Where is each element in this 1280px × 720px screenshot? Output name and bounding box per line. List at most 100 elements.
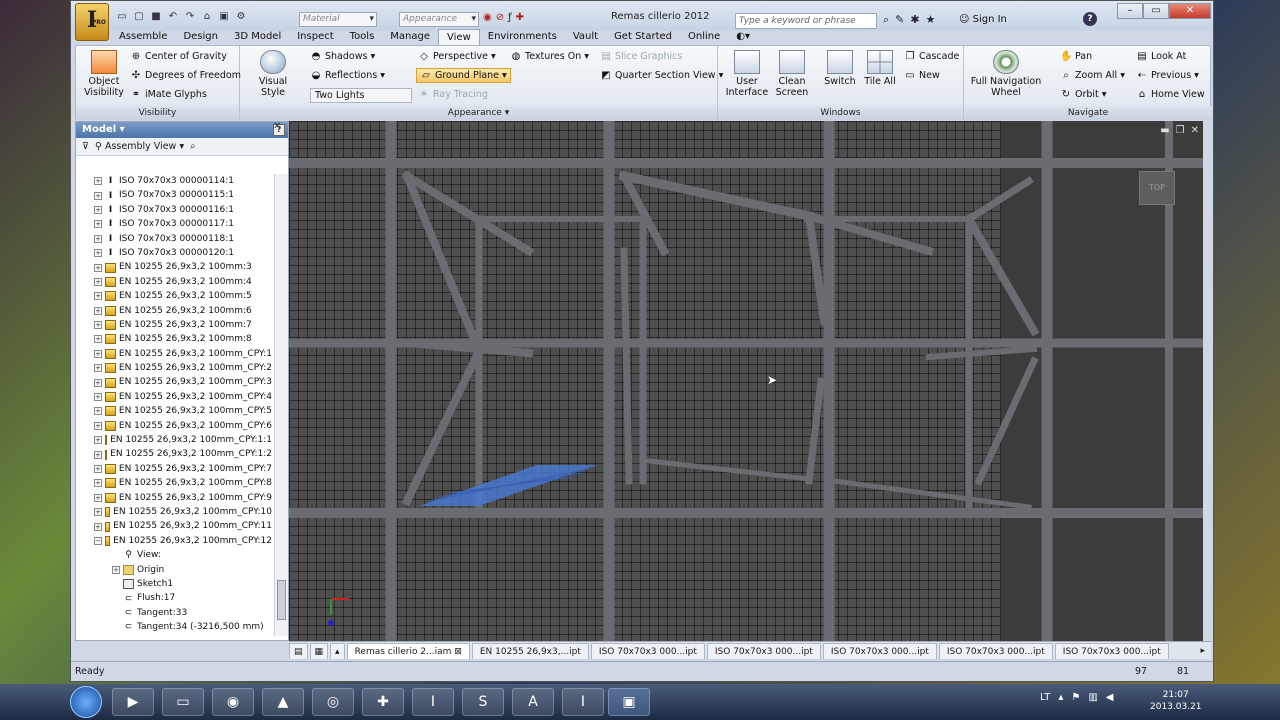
tree-item[interactable]: + EN 10255 26,9x3,2 100mm_CPY:5 (76, 404, 272, 418)
function-icon[interactable]: ƒ (508, 12, 512, 23)
perspective-button[interactable]: ◇ Perspective ▾ (418, 51, 496, 62)
help-icon[interactable]: ? (1083, 12, 1097, 26)
home-icon[interactable]: ⌂ (200, 11, 214, 23)
sign-in-link[interactable]: ☺ Sign In (959, 14, 1007, 25)
tree-item[interactable]: + EN 10255 26,9x3,2 100mm_CPY:1 (76, 347, 272, 361)
star-icon[interactable]: ★ (926, 13, 936, 27)
object-visibility-button[interactable]: Object Visibility (82, 50, 126, 98)
degrees-of-freedom-button[interactable]: ✣ Degrees of Freedom (130, 70, 241, 81)
expand-toggle-icon[interactable]: + (94, 205, 102, 214)
switch-button[interactable]: Switch (820, 50, 860, 87)
tab-environments[interactable]: Environments (480, 29, 565, 45)
tree-item[interactable]: + I ISO 70x70x3 00000118:1 (76, 232, 272, 246)
look-at-button[interactable]: ▤ Look At (1136, 51, 1186, 62)
tree-item[interactable]: + I ISO 70x70x3 00000117:1 (76, 217, 272, 231)
tree-item[interactable]: + EN 10255 26,9x3,2 100mm:7 (76, 318, 272, 332)
firefox-icon[interactable]: ◉ (212, 688, 254, 716)
pan-button[interactable]: ✋ Pan (1060, 51, 1092, 62)
network-icon[interactable]: ▥ (1088, 692, 1097, 703)
new-window-button[interactable]: ▭ New (904, 70, 939, 81)
viewport-restore-icon[interactable]: ❐ (1176, 125, 1185, 136)
tree-item[interactable]: + EN 10255 26,9x3,2 100mm_CPY:1:1 (76, 433, 272, 447)
expand-toggle-icon[interactable]: + (94, 364, 102, 373)
expand-toggle-icon[interactable]: + (94, 263, 102, 272)
graphics-viewport[interactable]: TOP ▬ ❐ ✕ ➤ (289, 121, 1203, 641)
user-interface-button[interactable]: User Interface (724, 50, 770, 98)
tree-item[interactable]: + EN 10255 26,9x3,2 100mm_CPY:2 (76, 361, 272, 375)
close-button[interactable]: ✕ (1169, 3, 1211, 19)
tree-item[interactable]: + EN 10255 26,9x3,2 100mm:5 (76, 289, 272, 303)
expand-toggle-icon[interactable]: + (94, 220, 102, 229)
home-view-button[interactable]: ⌂ Home View (1136, 89, 1205, 100)
volume-icon[interactable]: ◀ (1106, 692, 1114, 703)
flag-icon[interactable]: ⚑ (1071, 692, 1080, 703)
visual-style-button[interactable]: Visual Style (246, 50, 300, 98)
expand-toggle-icon[interactable]: + (94, 306, 102, 315)
tab-view[interactable]: View (438, 29, 480, 45)
tree-item[interactable]: + I ISO 70x70x3 00000115:1 (76, 188, 272, 202)
tree-item[interactable]: + EN 10255 26,9x3,2 100mm:3 (76, 260, 272, 274)
viewport-minimize-icon[interactable]: ▬ (1160, 125, 1169, 136)
update-icon[interactable]: ⚙ (234, 11, 248, 23)
open-icon[interactable]: ▢ (132, 11, 146, 23)
app-plus-icon[interactable]: ✚ (362, 688, 404, 716)
expand-toggle-icon[interactable]: + (94, 177, 102, 186)
expand-toggle-icon[interactable]: + (94, 292, 102, 301)
doc-tab-close-icon[interactable]: ⊠ (454, 647, 462, 657)
expand-toggle-icon[interactable]: + (94, 277, 102, 286)
start-button[interactable] (70, 686, 102, 718)
imate-glyphs-button[interactable]: ⚭ iMate Glyphs (130, 89, 207, 100)
doc-tab[interactable]: ISO 70x70x3 000...ipt (822, 642, 937, 659)
expand-toggle-icon[interactable]: + (94, 436, 102, 445)
acrobat-icon[interactable]: A (512, 688, 554, 716)
undo-icon[interactable]: ↶ (166, 11, 180, 23)
browser-scrollbar[interactable] (274, 174, 288, 636)
tree-item[interactable]: + EN 10255 26,9x3,2 100mm_CPY:1:2 (76, 447, 272, 461)
previous-view-button[interactable]: ⇠ Previous ▾ (1136, 70, 1199, 81)
expand-toggle-icon[interactable]: + (94, 465, 102, 473)
expand-toggle-icon[interactable]: + (94, 234, 102, 243)
tab-tools[interactable]: Tools (342, 29, 383, 45)
browser-close-icon[interactable]: ✕ (273, 121, 281, 132)
save-icon[interactable]: ■ (149, 11, 163, 23)
tree-item[interactable]: + I ISO 70x70x3 00000114:1 (76, 174, 272, 188)
chrome-icon[interactable]: ◎ (312, 688, 354, 716)
material-combo[interactable]: Material (299, 12, 377, 27)
expand-toggle-icon[interactable]: + (94, 393, 102, 402)
tab-design[interactable]: Design (175, 29, 226, 45)
quarter-section-view-button[interactable]: ◩ Quarter Section View ▾ (600, 70, 723, 81)
expand-toggle-icon[interactable]: + (112, 565, 120, 574)
skype-icon[interactable]: S (462, 688, 504, 716)
maximize-button[interactable]: ▭ (1143, 3, 1169, 19)
tree-child-item[interactable]: Sketch1 (76, 577, 272, 591)
browser-header[interactable]: Model ▾? (76, 122, 288, 138)
tree-child-item[interactable]: + Origin (76, 563, 272, 577)
new-file-icon[interactable]: ▭ (115, 11, 129, 23)
expand-toggle-icon[interactable]: + (94, 479, 102, 488)
tree-child-item[interactable]: ⊂ Tangent:33 (76, 606, 272, 620)
orbit-button[interactable]: ↻ Orbit ▾ (1060, 89, 1107, 100)
add-icon[interactable]: ✚ (516, 12, 524, 23)
tree-item[interactable]: + EN 10255 26,9x3,2 100mm_CPY:3 (76, 375, 272, 389)
tree-item[interactable]: + EN 10255 26,9x3,2 100mm_CPY:7 (76, 462, 272, 476)
expand-toggle-icon[interactable]: + (94, 508, 102, 517)
viewport-close-icon[interactable]: ✕ (1191, 125, 1199, 136)
appearance-combo[interactable]: Appearance (399, 12, 479, 27)
tab-assemble[interactable]: Assemble (111, 29, 175, 45)
minimize-button[interactable]: – (1117, 3, 1143, 19)
tree-item[interactable]: − EN 10255 26,9x3,2 100mm_CPY:12 (76, 534, 272, 548)
ray-tracing-button[interactable]: ☀ Ray Tracing (418, 89, 488, 100)
tab-manage[interactable]: Manage (382, 29, 438, 45)
tray-arrow-icon[interactable]: ▴ (1058, 692, 1063, 703)
tree-item[interactable]: + EN 10255 26,9x3,2 100mm_CPY:4 (76, 390, 272, 404)
doc-tab[interactable]: ISO 70x70x3 000...ipt (590, 642, 705, 659)
expand-toggle-icon[interactable]: − (94, 536, 102, 545)
expand-toggle-icon[interactable]: + (94, 450, 102, 459)
slice-graphics-button[interactable]: ▤ Slice Graphics (600, 51, 682, 62)
expand-toggle-icon[interactable]: + (94, 191, 102, 200)
tree-item[interactable]: + EN 10255 26,9x3,2 100mm_CPY:8 (76, 476, 272, 490)
tree-child-item[interactable]: ⊂ Flush:17 (76, 591, 272, 605)
scrollbar-thumb[interactable] (277, 580, 286, 620)
tree-item[interactable]: + I ISO 70x70x3 00000116:1 (76, 203, 272, 217)
application-menu-button[interactable]: I PRO (75, 3, 109, 41)
